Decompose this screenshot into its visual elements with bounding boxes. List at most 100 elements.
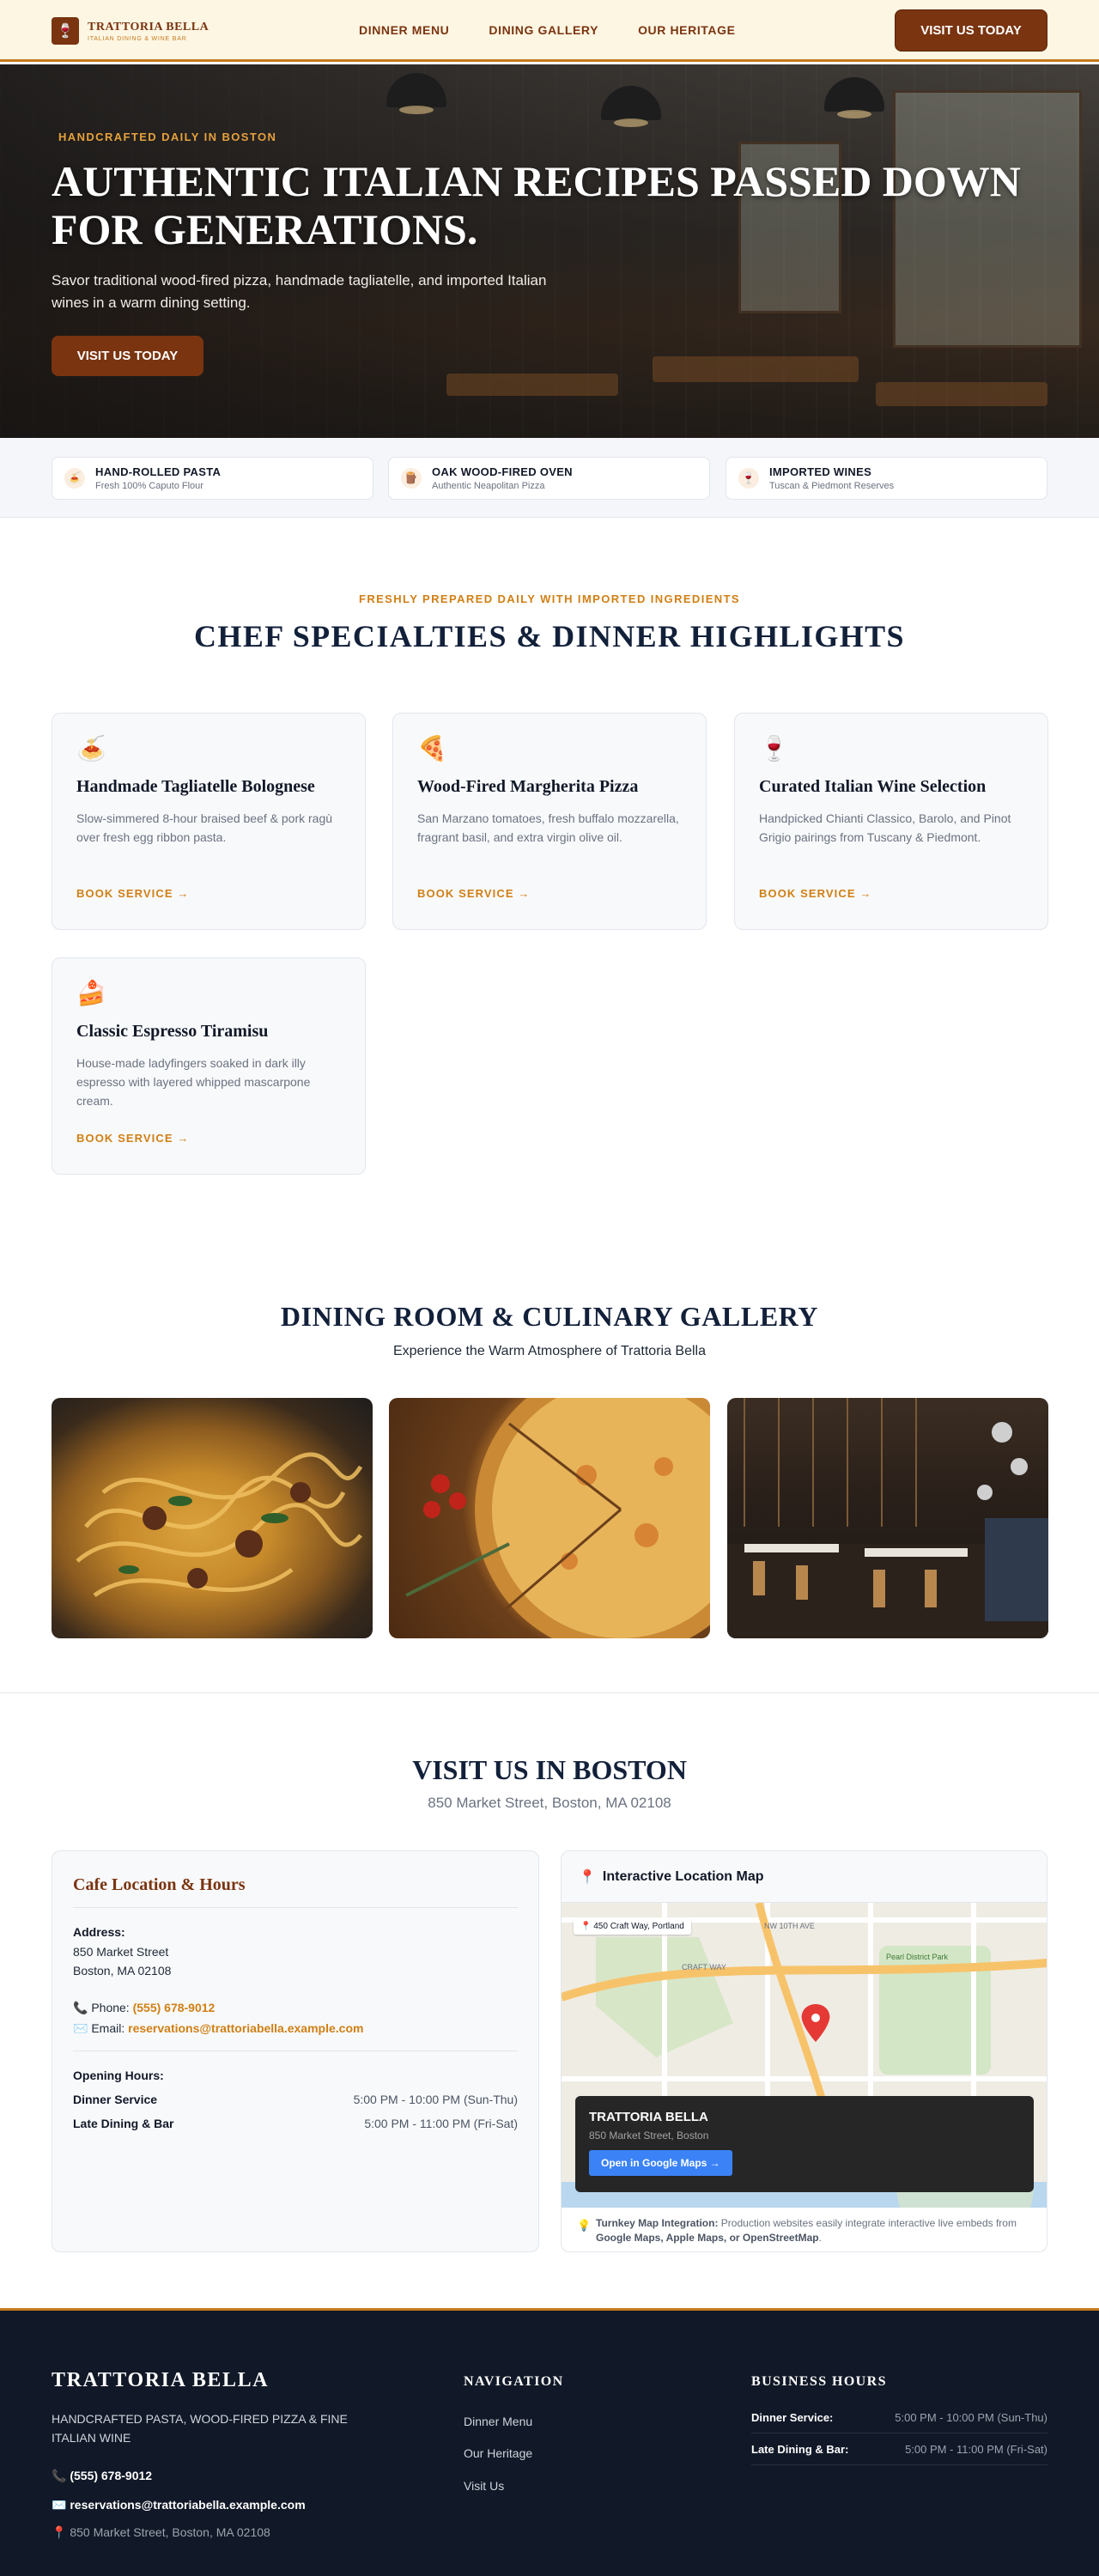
table-image [876,382,1047,406]
address-line-2: Boston, MA 02108 [73,1964,172,1978]
footer-hours-value: 5:00 PM - 11:00 PM (Fri-Sat) [905,2443,1047,2456]
phone-row: 📞 Phone: (555) 678-9012 [73,1997,518,2018]
feature-subtitle: Tuscan & Piedmont Reserves [769,481,895,491]
pendant-lamp-image [601,86,661,127]
hero-visit-button[interactable]: VISIT US TODAY [52,336,203,376]
map-pin-icon: 📍 [580,1922,592,1931]
wine-glass-icon: 🍷 [759,735,789,762]
map-header: 📍 Interactive Location Map [562,1851,1047,1903]
book-service-link[interactable]: BOOK SERVICE → [417,887,530,900]
footer-phone[interactable]: 📞 (555) 678-9012 [52,2469,152,2483]
feature-title: HAND-ROLLED PASTA [95,465,222,478]
open-google-maps-button[interactable]: Open in Google Maps → [589,2150,732,2176]
footer-brand: TRATTORIA BELLA [52,2369,270,2391]
feature-card: 🪵 OAK WOOD-FIRED OVEN Authentic Neapolit… [388,457,710,500]
header-visit-button[interactable]: VISIT US TODAY [895,9,1047,52]
pizza-illustration [405,1398,710,1638]
address-line-1: 850 Market Street [73,1945,169,1959]
gallery-image-dining-room[interactable] [727,1398,1048,1638]
book-service-link[interactable]: BOOK SERVICE → [76,887,189,900]
phone-link[interactable]: (555) 678-9012 [133,2001,216,2014]
email-icon: ✉️ [52,2498,67,2512]
hours-label: Opening Hours: [73,2069,164,2082]
brand-logo[interactable]: 🍷 TRATTORIA BELLA ITALIAN DINING & WINE … [52,17,209,45]
hero-description: Savor traditional wood-fired pizza, hand… [52,272,547,311]
nav-dinner-menu[interactable]: DINNER MENU [359,23,449,37]
feature-subtitle: Authentic Neapolitan Pizza [432,481,545,491]
wine-icon: 🍷 [738,468,759,489]
footer-hours-label: Dinner Service: [751,2411,834,2424]
card-description: House-made ladyfingers soaked in dark il… [76,1056,311,1108]
specialty-card: 🍕 Wood-Fired Margherita Pizza San Marzan… [392,713,707,930]
nav-our-heritage[interactable]: OUR HERITAGE [638,23,736,37]
gallery-title: DINING ROOM & CULINARY GALLERY [280,1301,819,1332]
map-note-providers: Google Maps, Apple Maps, or OpenStreetMa… [596,2232,819,2244]
card-description: Slow-simmered 8-hour braised beef & pork… [76,811,333,844]
table-image [446,374,618,396]
phone-icon: 📞 [52,2469,67,2482]
map-popup: TRATTORIA BELLA 850 Market Street, Bosto… [575,2096,1034,2192]
feature-title: IMPORTED WINES [769,465,872,478]
pendant-lamp-image [824,77,884,118]
feature-title: OAK WOOD-FIRED OVEN [432,465,573,478]
cake-icon: 🍰 [76,980,106,1006]
divider [73,2050,518,2051]
specialty-card: 🍝 Handmade Tagliatelle Bolognese Slow-si… [52,713,366,930]
map-park-label: Pearl District Park [886,1953,949,1961]
card-description: San Marzano tomatoes, fresh buffalo mozz… [417,811,679,844]
location-pin-icon: 📍 [52,2525,67,2539]
map-card: 📍 Interactive Location Map NW 10TH AVE C… [561,1850,1047,2252]
map-popup-address: 850 Market Street, Boston [589,2129,709,2142]
interactive-map[interactable]: NW 10TH AVE CRAFT WAY Pearl District Par… [562,1903,1047,2208]
footer-link-visit-us[interactable]: Visit Us [464,2479,504,2493]
pasta-icon: 🍝 [64,468,85,489]
gallery-image-pizza[interactable] [389,1398,710,1638]
specialties-title: CHEF SPECIALTIES & DINNER HIGHLIGHTS [194,619,905,653]
footer-hours-heading: BUSINESS HOURS [751,2374,887,2389]
wood-icon: 🪵 [401,468,422,489]
map-note-bold: Turnkey Map Integration: [596,2217,719,2229]
map-location-chip[interactable]: 📍 450 Craft Way, Portland [574,1918,691,1935]
location-card: Cafe Location & Hours Address: 850 Marke… [52,1850,539,2252]
site-footer: TRATTORIA BELLA HANDCRAFTED PASTA, WOOD-… [0,2308,1099,2576]
nav-dining-gallery[interactable]: DINING GALLERY [489,23,598,37]
feature-card: 🍝 HAND-ROLLED PASTA Fresh 100% Caputo Fl… [52,457,373,500]
map-note-text: Production websites easily integrate int… [720,2217,1017,2229]
visit-subtitle: 850 Market Street, Boston, MA 02108 [428,1795,671,1811]
hero-title: AUTHENTIC ITALIAN RECIPES PASSED DOWN FO… [52,157,1021,253]
pasta-illustration [76,1452,363,1598]
hours-row-value: 5:00 PM - 11:00 PM (Fri-Sat) [364,2117,518,2130]
map-street-label: NW 10TH AVE [764,1922,815,1930]
footer-address: 📍 850 Market Street, Boston, MA 02108 [52,2525,270,2540]
hero-section: HANDCRAFTED DAILY IN BOSTON AUTHENTIC IT… [0,64,1099,438]
lightbulb-icon: 💡 [577,2219,592,2232]
book-service-link[interactable]: BOOK SERVICE → [76,1132,189,1145]
hours-row: Dinner Service 5:00 PM - 10:00 PM (Sun-T… [73,2093,518,2106]
pizza-icon: 🍕 [417,735,447,762]
site-header: 🍷 TRATTORIA BELLA ITALIAN DINING & WINE … [0,0,1099,62]
specialty-card: 🍷 Curated Italian Wine Selection Handpic… [734,713,1048,930]
main-nav: DINNER MENU DINING GALLERY OUR HERITAGE [359,23,736,37]
footer-link-our-heritage[interactable]: Our Heritage [464,2446,532,2460]
footer-tagline: HANDCRAFTED PASTA, WOOD-FIRED PIZZA & FI… [52,2412,348,2445]
hours-row-value: 5:00 PM - 10:00 PM (Sun-Thu) [353,2093,518,2106]
section-divider [0,1692,1099,1693]
footer-hours-row: Late Dining & Bar: 5:00 PM - 11:00 PM (F… [751,2443,1047,2465]
map-title: Interactive Location Map [602,1868,764,1884]
email-link[interactable]: reservations@trattoriabella.example.com [128,2021,363,2035]
footer-email-text: reservations@trattoriabella.example.com [70,2498,306,2512]
address-label: Address: [73,1925,125,1939]
footer-link-dinner-menu[interactable]: Dinner Menu [464,2415,532,2428]
brand-tagline: ITALIAN DINING & WINE BAR [88,35,187,42]
map-popup-title: TRATTORIA BELLA [589,2110,708,2124]
location-card-title: Cafe Location & Hours [73,1875,518,1908]
footer-hours-value: 5:00 PM - 10:00 PM (Sun-Thu) [895,2411,1047,2424]
footer-phone-text: (555) 678-9012 [70,2469,153,2482]
gallery-subtitle: Experience the Warm Atmosphere of Tratto… [392,1344,706,1358]
footer-email[interactable]: ✉️ reservations@trattoriabella.example.c… [52,2498,306,2512]
book-service-link[interactable]: BOOK SERVICE → [759,887,871,900]
wine-glass-logo-icon: 🍷 [52,17,79,45]
specialty-card: 🍰 Classic Espresso Tiramisu House-made l… [52,957,366,1175]
hours-row: Late Dining & Bar 5:00 PM - 11:00 PM (Fr… [73,2117,518,2130]
gallery-image-pasta[interactable] [52,1398,373,1638]
